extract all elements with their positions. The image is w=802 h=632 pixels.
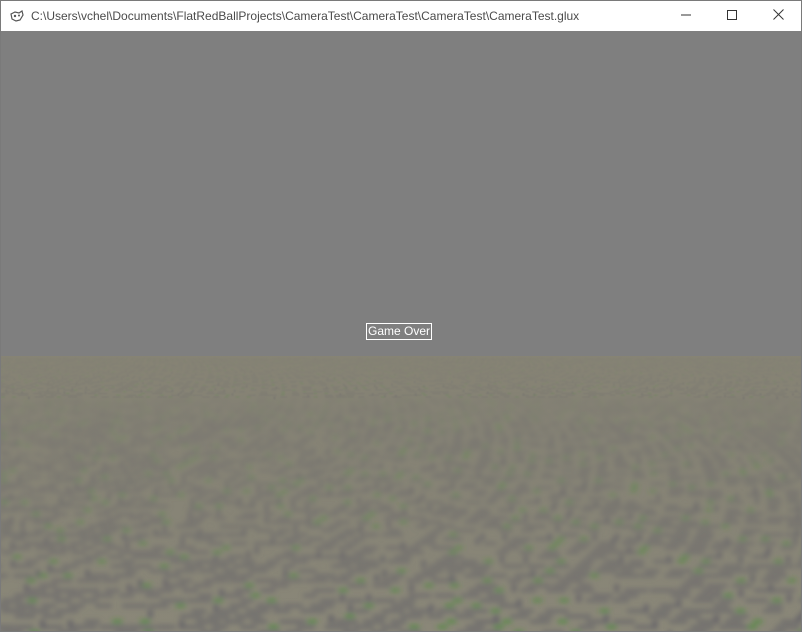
sky [1,31,801,356]
gamepad-icon [9,8,25,24]
window-title: C:\Users\vchel\Documents\FlatRedBallProj… [31,9,580,23]
title-bar[interactable]: C:\Users\vchel\Documents\FlatRedBallProj… [1,1,801,31]
minimize-icon [681,7,691,25]
maximize-icon [727,7,737,25]
game-viewport[interactable]: Game Over [1,31,801,631]
maximize-button[interactable] [709,1,755,31]
close-button[interactable] [755,1,801,31]
floor-texture [1,356,801,631]
game-over-label: Game Over [366,323,433,340]
tiled-floor [1,356,801,631]
game-window: C:\Users\vchel\Documents\FlatRedBallProj… [0,0,802,632]
close-icon [772,7,784,25]
minimize-button[interactable] [663,1,709,31]
caption-buttons [663,1,801,31]
